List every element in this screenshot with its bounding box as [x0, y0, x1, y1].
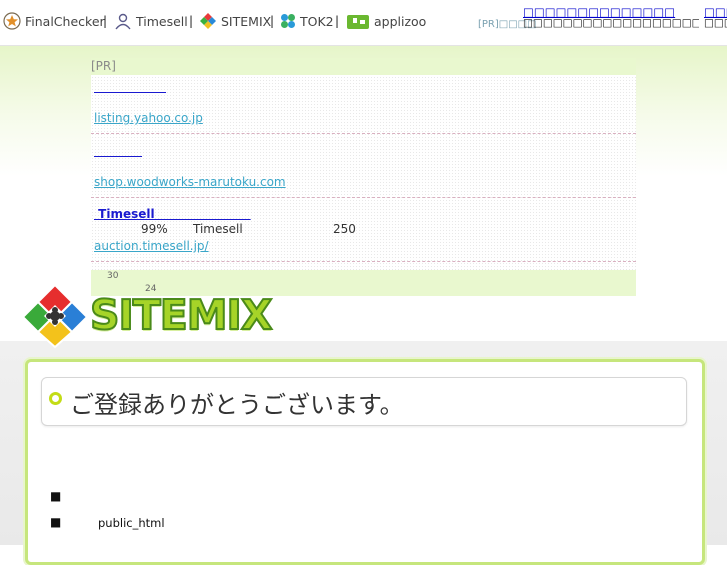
nav-separator: |: [335, 14, 340, 28]
diamond-logo-icon: [200, 13, 216, 29]
nav-finalchecker[interactable]: FinalChecker: [3, 10, 105, 32]
page-title: ご登録ありがとうございます。: [70, 391, 404, 419]
list-item-text: public_html: [98, 516, 165, 530]
ad-divider: [91, 261, 636, 262]
person-icon: [115, 13, 131, 30]
ad-url[interactable]: listing.yahoo.co.jp: [94, 111, 203, 125]
nav-timesell[interactable]: Timesell: [114, 10, 188, 32]
ad-body-text: 99%: [141, 222, 168, 236]
circle-bullet-icon: [49, 392, 62, 405]
logo-text: SITEMIX: [89, 290, 273, 340]
ad-divider: [91, 133, 636, 134]
ad-url[interactable]: auction.timesell.jp/: [94, 239, 209, 253]
ad-title[interactable]: [94, 142, 142, 159]
ad-small-number: 30: [107, 271, 119, 281]
ad-block: [PR] listing.yahoo.co.jp shop.woodworks-…: [91, 58, 636, 296]
top-pr-description: □□□□□□□□□□□□□□□□□□□□□□□□□□□□□□: [523, 17, 699, 29]
sitemix-logo[interactable]: SITEMIX: [21, 283, 282, 349]
ad-pr-label: [PR]: [91, 58, 636, 75]
nav-sitemix[interactable]: SITEMIX: [199, 10, 271, 32]
ad-divider: [91, 197, 636, 198]
nav-separator: |: [103, 14, 108, 28]
ad-title[interactable]: [94, 78, 166, 95]
star-shield-icon: [3, 12, 21, 30]
nav-label: FinalChecker: [25, 13, 105, 29]
nav-label: TOK2: [300, 13, 334, 29]
page-title-box: ご登録ありがとうございます。: [41, 377, 687, 426]
ad-url[interactable]: shop.woodworks-marutoku.com: [94, 175, 286, 189]
puzzle-icon: [347, 15, 369, 29]
nav-label: applizoo: [374, 13, 427, 29]
ad-body-text: 250: [333, 222, 356, 236]
ad-body-text: Timesell: [193, 222, 243, 236]
nav-applizoo[interactable]: applizoo: [346, 10, 426, 32]
nav-label: SITEMIX: [221, 13, 272, 29]
square-bullet-icon: ■: [50, 489, 62, 503]
nav-label: Timesell: [136, 13, 188, 29]
ad-title[interactable]: Timesell: [94, 205, 251, 222]
top-bar: FinalChecker | Timesell | SITEMIX | TOK2…: [0, 0, 727, 46]
nav-separator: |: [189, 14, 194, 28]
top-pr-description-2: □□□□□: [704, 17, 727, 29]
nav-tok2[interactable]: TOK2: [280, 10, 334, 32]
square-bullet-icon: ■: [50, 515, 62, 529]
nav-separator: |: [270, 14, 275, 28]
clover-icon: [281, 14, 295, 28]
